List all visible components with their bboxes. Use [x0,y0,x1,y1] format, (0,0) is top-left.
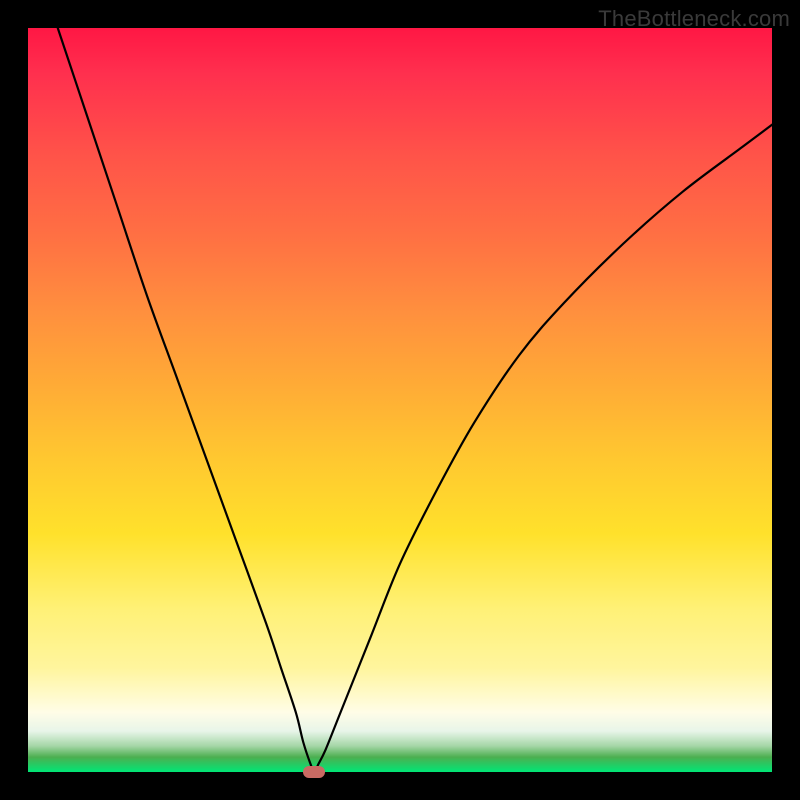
optimum-marker [303,766,325,778]
bottleneck-curve [28,28,772,772]
chart-frame: TheBottleneck.com [0,0,800,800]
watermark-text: TheBottleneck.com [598,6,790,32]
plot-area [28,28,772,772]
